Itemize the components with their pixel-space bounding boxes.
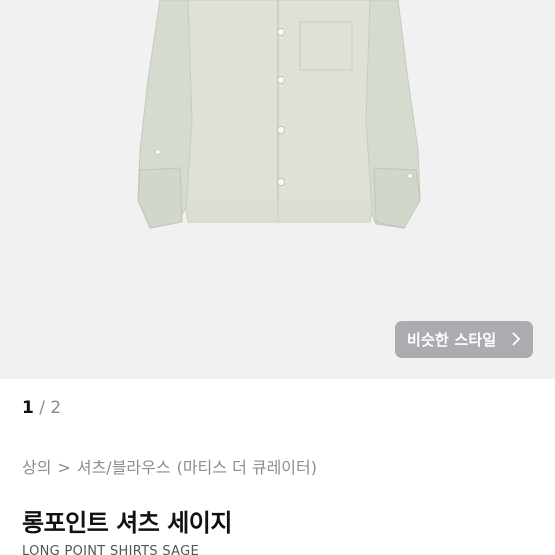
breadcrumb-separator: > [57, 458, 71, 477]
breadcrumb-category[interactable]: 상의 [22, 458, 51, 477]
similar-style-label: 비슷한 스타일 [407, 331, 497, 349]
product-image-carousel[interactable]: 비슷한 스타일 [0, 0, 555, 379]
pager-current: 1 [22, 398, 34, 418]
breadcrumb-curator[interactable]: (마티스 더 큐레이터) [177, 458, 317, 477]
similar-style-button[interactable]: 비슷한 스타일 [395, 321, 533, 358]
product-title: 롱포인트 셔츠 세이지 [22, 509, 232, 537]
pager-total: 2 [50, 398, 62, 418]
product-subtitle: LONG POINT SHIRTS SAGE [22, 544, 199, 555]
breadcrumb: 상의 > 셔츠/블라우스 (마티스 더 큐레이터) [22, 454, 323, 478]
image-pager: 1 / 2 [22, 398, 61, 418]
product-detail-page: 비슷한 스타일 1 / 2 상의 > 셔츠/블라우스 (마티스 더 큐레이터) 롱포인… [0, 0, 555, 555]
chevron-right-icon [512, 332, 521, 346]
breadcrumb-subcategory[interactable]: 셔츠/블라우스 [77, 458, 171, 477]
pager-separator: / [33, 398, 51, 418]
